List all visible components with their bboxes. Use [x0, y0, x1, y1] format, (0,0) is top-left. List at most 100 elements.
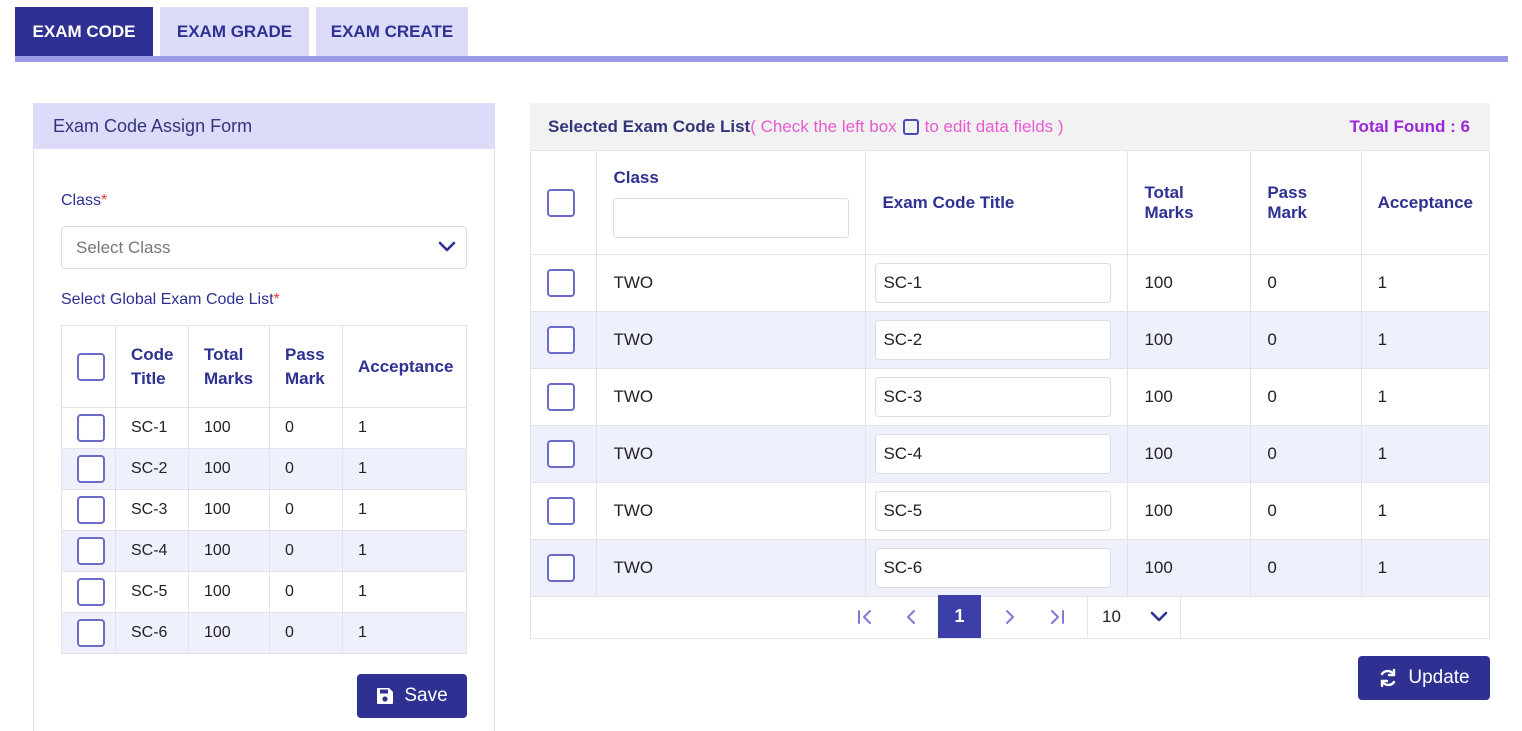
pass-mark-cell: 0 — [1250, 254, 1362, 312]
table-row: TWO SC-2 100 0 1 — [529, 311, 1491, 369]
acceptance-cell: 1 — [1360, 425, 1491, 483]
class-filter-input[interactable] — [613, 197, 850, 238]
class-select[interactable]: Select Class — [61, 226, 467, 269]
page-size-select[interactable]: 10 — [1087, 595, 1181, 638]
total-marks-cell: 100 — [1127, 425, 1252, 483]
page-1-button[interactable]: 1 — [938, 595, 981, 638]
row-checkbox[interactable] — [77, 537, 105, 565]
class-cell: TWO — [596, 311, 867, 369]
exam-code-title-cell: SC-2 — [865, 311, 1129, 369]
row-checkbox[interactable] — [77, 578, 105, 606]
tab-exam-create[interactable]: EXAM CREATE — [316, 7, 468, 56]
class-cell: TWO — [596, 368, 867, 426]
row-checkbox[interactable] — [547, 383, 575, 411]
floppy-disk-icon — [377, 688, 394, 704]
acceptance-cell: 1 — [1360, 539, 1491, 597]
exam-code-title-cell: SC-5 — [865, 482, 1129, 540]
row-checkbox-cell — [61, 407, 116, 449]
chevron-down-icon — [438, 241, 456, 252]
row-checkbox-cell — [61, 530, 116, 572]
row-checkbox[interactable] — [547, 440, 575, 468]
pass-mark-cell: 0 — [269, 448, 343, 490]
row-checkbox[interactable] — [77, 455, 105, 483]
code-title-cell: SC-3 — [115, 489, 189, 531]
acceptance-cell: 1 — [1360, 482, 1491, 540]
row-checkbox-cell — [61, 612, 116, 654]
exam-code-title-cell: SC-4 — [865, 425, 1129, 483]
code-title-cell: SC-2 — [115, 448, 189, 490]
first-page-button[interactable] — [851, 595, 879, 638]
col-code-title: Code Title — [115, 325, 189, 408]
row-checkbox[interactable] — [547, 326, 575, 354]
row-checkbox[interactable] — [547, 554, 575, 582]
table-row: SC-6 100 0 1 — [61, 612, 467, 654]
exam-code-title-input[interactable]: SC-4 — [875, 434, 1112, 474]
acceptance-cell: 1 — [342, 489, 467, 531]
tab-exam-grade[interactable]: EXAM GRADE — [160, 7, 309, 56]
global-list-label: Select Global Exam Code List* — [61, 291, 280, 309]
table-row: TWO SC-1 100 0 1 — [529, 254, 1491, 312]
total-marks-cell: 100 — [1127, 254, 1252, 312]
row-checkbox[interactable] — [547, 497, 575, 525]
row-checkbox[interactable] — [77, 619, 105, 647]
row-checkbox[interactable] — [77, 414, 105, 442]
exam-code-title-cell: SC-1 — [865, 254, 1129, 312]
exam-code-title-cell: SC-3 — [865, 368, 1129, 426]
pass-mark-cell: 0 — [1250, 368, 1362, 426]
save-button[interactable]: Save — [357, 674, 467, 718]
table-row: SC-2 100 0 1 — [61, 448, 467, 490]
row-checkbox-cell — [529, 425, 598, 483]
pass-mark-cell: 0 — [1250, 311, 1362, 369]
select-all-checkbox[interactable] — [547, 188, 575, 217]
row-checkbox[interactable] — [547, 269, 575, 297]
pass-mark-cell: 0 — [1250, 482, 1362, 540]
exam-code-title-input[interactable]: SC-3 — [875, 377, 1112, 417]
col-acceptance: Acceptance — [1360, 150, 1491, 255]
table-row: TWO SC-5 100 0 1 — [529, 482, 1491, 540]
exam-code-title-input[interactable]: SC-1 — [875, 263, 1112, 303]
header-checkbox-cell — [61, 325, 116, 408]
refresh-icon — [1381, 668, 1396, 688]
table-row: TWO SC-6 100 0 1 — [529, 539, 1491, 597]
exam-code-title-cell: SC-6 — [865, 539, 1129, 597]
table-header-row: Code Title Total Marks Pass Mark Accepta… — [61, 325, 467, 408]
row-checkbox[interactable] — [77, 496, 105, 524]
class-select-placeholder: Select Class — [76, 237, 171, 257]
exam-code-title-input[interactable]: SC-5 — [875, 491, 1112, 531]
col-pass-mark: Pass Mark — [1250, 150, 1362, 255]
table-row: TWO SC-3 100 0 1 — [529, 368, 1491, 426]
total-marks-cell: 100 — [188, 612, 270, 654]
total-marks-cell: 100 — [1127, 368, 1252, 426]
update-button[interactable]: Update — [1358, 656, 1490, 700]
tab-strip: EXAM CODE EXAM GRADE EXAM CREATE — [15, 7, 468, 56]
pass-mark-cell: 0 — [269, 530, 343, 572]
tab-exam-code[interactable]: EXAM CODE — [15, 7, 153, 56]
class-label-text: Class — [61, 192, 102, 209]
acceptance-cell: 1 — [342, 612, 467, 654]
row-checkbox-cell — [529, 311, 598, 369]
page-size-value: 10 — [1102, 606, 1121, 626]
selected-list-title: Selected Exam Code List — [548, 116, 751, 136]
exam-code-title-input[interactable]: SC-2 — [875, 320, 1112, 360]
total-marks-cell: 100 — [188, 448, 270, 490]
required-mark: * — [101, 192, 108, 209]
edit-hint-after: to edit data fields ) — [924, 116, 1064, 136]
row-checkbox-cell — [61, 489, 116, 531]
selected-exam-code-table: Class Exam Code Title Total Marks Pass M… — [529, 150, 1491, 597]
selected-list-header: Selected Exam Code List ( Check the left… — [530, 103, 1490, 150]
col-class: Class — [596, 150, 867, 255]
code-title-cell: SC-1 — [115, 407, 189, 449]
acceptance-cell: 1 — [342, 448, 467, 490]
exam-code-title-input[interactable]: SC-6 — [875, 548, 1112, 588]
prev-page-button[interactable] — [897, 595, 925, 638]
chevron-down-icon — [1150, 611, 1168, 622]
total-marks-cell: 100 — [1127, 311, 1252, 369]
select-all-checkbox[interactable] — [77, 352, 105, 381]
last-page-button[interactable] — [1043, 595, 1071, 638]
next-page-button[interactable] — [996, 595, 1024, 638]
edit-hint-before: ( Check the left box — [750, 116, 897, 136]
chevron-right-icon — [1006, 609, 1014, 624]
total-marks-cell: 100 — [1127, 539, 1252, 597]
col-acceptance: Acceptance — [342, 325, 467, 408]
acceptance-cell: 1 — [342, 530, 467, 572]
